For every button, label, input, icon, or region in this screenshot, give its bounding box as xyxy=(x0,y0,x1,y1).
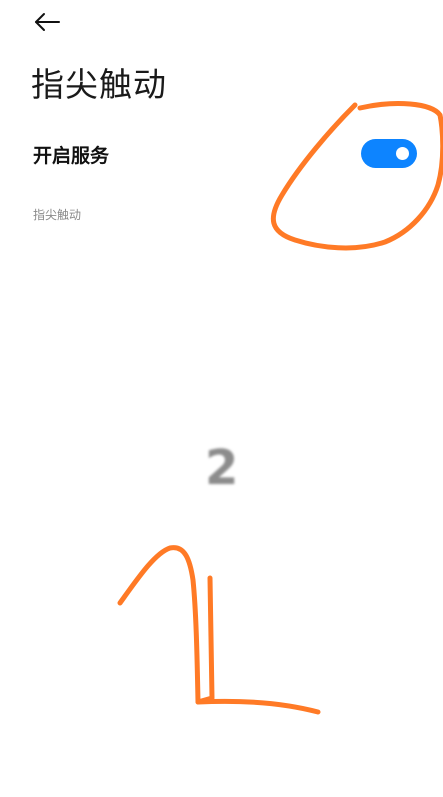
section-caption: 指尖触动 xyxy=(33,208,82,222)
enable-service-row[interactable]: 开启服务 xyxy=(0,128,443,180)
annotation-scribble-stroke xyxy=(117,545,201,705)
arrow-left-icon xyxy=(35,13,60,31)
enable-service-toggle[interactable] xyxy=(361,139,417,168)
enable-service-label: 开启服务 xyxy=(33,145,110,167)
counter-overlay: 2 xyxy=(205,440,239,496)
annotation-strokes xyxy=(117,101,443,715)
toggle-knob xyxy=(396,147,409,160)
back-button[interactable] xyxy=(28,4,64,36)
annotation-l-stroke xyxy=(195,575,321,715)
page-title: 指尖触动 xyxy=(31,65,167,104)
